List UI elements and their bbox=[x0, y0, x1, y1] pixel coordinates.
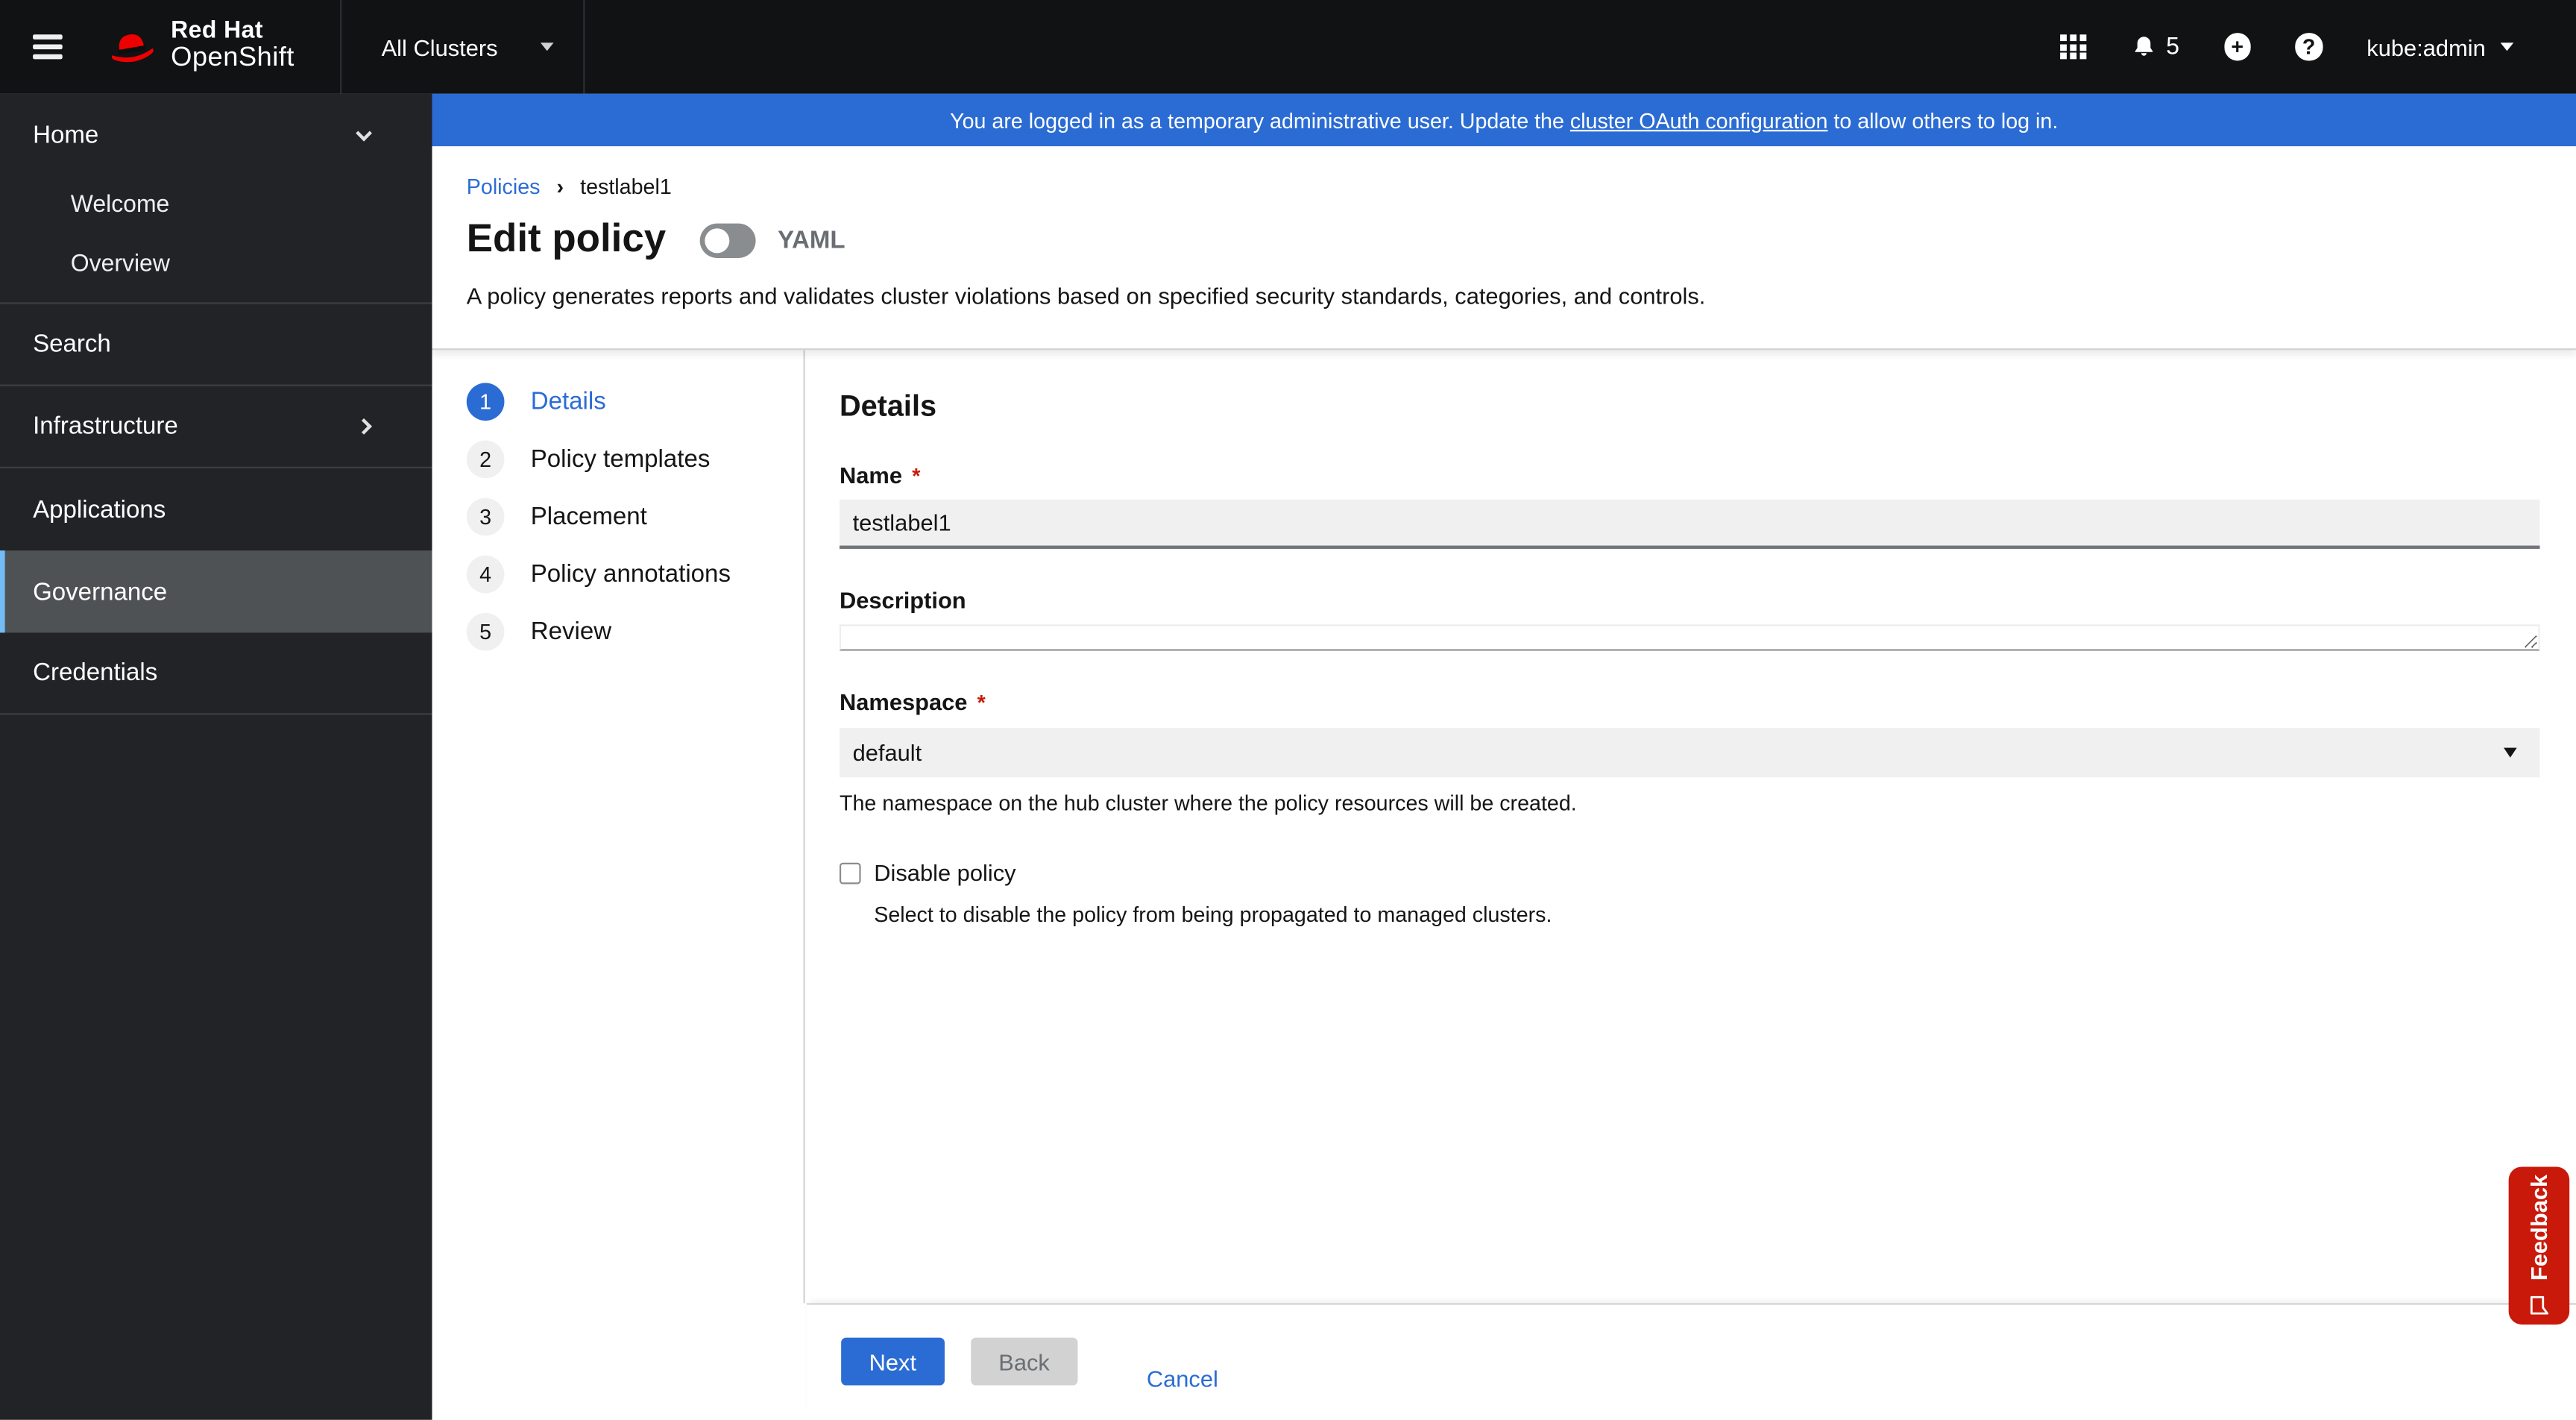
page-description: A policy generates reports and validates… bbox=[466, 282, 1706, 310]
cancel-button[interactable]: Cancel bbox=[1147, 1355, 1218, 1403]
caret-down-icon bbox=[540, 43, 554, 51]
wizard-step-policy-annotations[interactable]: 4 Policy annotations bbox=[466, 555, 804, 594]
chevron-right-icon bbox=[356, 418, 372, 435]
wizard-step-content: Details Name * Description Namespace * d… bbox=[805, 350, 2576, 1303]
wizard-footer: Next Back Cancel bbox=[432, 1303, 2576, 1420]
namespace-select[interactable]: default bbox=[839, 728, 2540, 778]
banner-text-after: to allow others to log in. bbox=[1827, 107, 2059, 133]
cluster-selector-dropdown[interactable]: All Clusters bbox=[340, 0, 585, 94]
cluster-oauth-config-link[interactable]: cluster OAuth configuration bbox=[1570, 107, 1828, 132]
wizard: 1 Details 2 Policy templates 3 Placement… bbox=[432, 350, 2576, 1304]
sidebar-item-home[interactable]: Home bbox=[0, 94, 432, 176]
wizard-steps-nav: 1 Details 2 Policy templates 3 Placement… bbox=[432, 350, 805, 1304]
breadcrumb-current: testlabel1 bbox=[580, 174, 672, 199]
banner-text-before: You are logged in as a temporary adminis… bbox=[950, 107, 1570, 133]
feedback-label: Feedback bbox=[2525, 1174, 2553, 1281]
disable-policy-label[interactable]: Disable policy bbox=[874, 859, 1015, 885]
help-button[interactable]: ? bbox=[2295, 33, 2323, 60]
toggle-knob bbox=[705, 227, 731, 253]
namespace-label: Namespace * bbox=[839, 688, 986, 715]
wizard-step-policy-templates[interactable]: 2 Policy templates bbox=[466, 440, 804, 479]
namespace-selected-value: default bbox=[852, 739, 922, 766]
redhat-fedora-icon bbox=[111, 34, 154, 63]
caret-down-icon bbox=[2500, 43, 2514, 51]
brand-logo: Red Hat OpenShift bbox=[105, 19, 295, 73]
step-number-badge: 3 bbox=[466, 497, 505, 536]
sidebar-item-overview[interactable]: Overview bbox=[0, 235, 432, 294]
step-number-badge: 5 bbox=[466, 612, 505, 651]
required-asterisk: * bbox=[977, 690, 986, 715]
notification-count: 5 bbox=[2166, 34, 2180, 60]
chevron-down-icon bbox=[356, 124, 372, 141]
name-input[interactable] bbox=[839, 499, 2540, 549]
nav-toggle-button[interactable] bbox=[10, 0, 85, 94]
name-label: Name * bbox=[839, 462, 921, 488]
yaml-toggle-switch[interactable] bbox=[700, 222, 757, 257]
speech-bubble-icon bbox=[2531, 1295, 2549, 1315]
app-grid-icon bbox=[2060, 34, 2086, 60]
breadcrumb-separator-icon: › bbox=[556, 174, 564, 199]
description-label: Description bbox=[839, 586, 966, 613]
hamburger-icon bbox=[33, 34, 63, 40]
openshift-console-window: Red Hat OpenShift All Clusters 5 + ? kub… bbox=[0, 0, 2576, 1420]
details-section-title: Details bbox=[839, 389, 937, 423]
sidebar-group-home: Home Welcome Overview bbox=[0, 94, 432, 304]
sidebar-item-applications[interactable]: Applications bbox=[0, 468, 432, 550]
select-caret-icon bbox=[2504, 747, 2517, 758]
notifications-button[interactable]: 5 bbox=[2130, 34, 2179, 60]
app-launcher-button[interactable] bbox=[2060, 34, 2086, 60]
disable-policy-checkbox[interactable] bbox=[839, 861, 861, 884]
wizard-step-details[interactable]: 1 Details bbox=[466, 383, 804, 421]
yaml-toggle-label: YAML bbox=[778, 225, 845, 254]
masthead: Red Hat OpenShift All Clusters 5 + ? kub… bbox=[0, 0, 2576, 94]
temp-admin-banner: You are logged in as a temporary adminis… bbox=[432, 93, 2576, 147]
sidebar-item-infrastructure[interactable]: Infrastructure bbox=[0, 386, 432, 468]
feedback-button[interactable]: Feedback bbox=[2508, 1166, 2570, 1325]
plus-circle-icon: + bbox=[2223, 33, 2251, 60]
page-header: Policies › testlabel1 Edit policy YAML A… bbox=[432, 146, 2576, 351]
back-button[interactable]: Back bbox=[970, 1337, 1078, 1386]
cluster-selector-label: All Clusters bbox=[381, 34, 498, 60]
disable-policy-helper-text: Select to disable the policy from being … bbox=[874, 902, 1552, 927]
brand-line1: Red Hat bbox=[171, 19, 263, 45]
breadcrumb-policies-link[interactable]: Policies bbox=[467, 175, 541, 199]
step-number-badge: 1 bbox=[466, 383, 505, 421]
masthead-utilities: 5 + ? kube:admin bbox=[2060, 33, 2576, 60]
namespace-helper-text: The namespace on the hub cluster where t… bbox=[839, 790, 1577, 815]
user-menu-dropdown[interactable]: kube:admin bbox=[2366, 34, 2514, 60]
sidebar-item-welcome[interactable]: Welcome bbox=[0, 176, 432, 235]
user-name: kube:admin bbox=[2366, 34, 2486, 60]
wizard-step-placement[interactable]: 3 Placement bbox=[466, 497, 804, 536]
brand-line2: OpenShift bbox=[171, 43, 295, 73]
disable-policy-row: Disable policy bbox=[839, 859, 2540, 886]
main-content: Policies › testlabel1 Edit policy YAML A… bbox=[432, 146, 2576, 1420]
sidebar-nav: Home Welcome Overview Search Infrastruct… bbox=[0, 93, 432, 1420]
wizard-step-review[interactable]: 5 Review bbox=[466, 612, 804, 651]
add-resource-button[interactable]: + bbox=[2223, 33, 2251, 60]
title-row: Edit policy YAML bbox=[467, 217, 2542, 263]
bell-icon bbox=[2134, 36, 2153, 55]
breadcrumb: Policies › testlabel1 bbox=[467, 175, 2542, 199]
next-button[interactable]: Next bbox=[841, 1337, 945, 1386]
sidebar-item-credentials[interactable]: Credentials bbox=[0, 632, 432, 715]
step-number-badge: 2 bbox=[466, 440, 505, 479]
sidebar-item-governance[interactable]: Governance bbox=[0, 550, 432, 633]
step-number-badge: 4 bbox=[466, 555, 505, 594]
page-title: Edit policy bbox=[466, 216, 667, 262]
question-circle-icon: ? bbox=[2295, 33, 2323, 60]
description-textarea[interactable] bbox=[839, 624, 2540, 651]
sidebar-item-search[interactable]: Search bbox=[0, 304, 432, 386]
required-asterisk: * bbox=[912, 463, 921, 488]
